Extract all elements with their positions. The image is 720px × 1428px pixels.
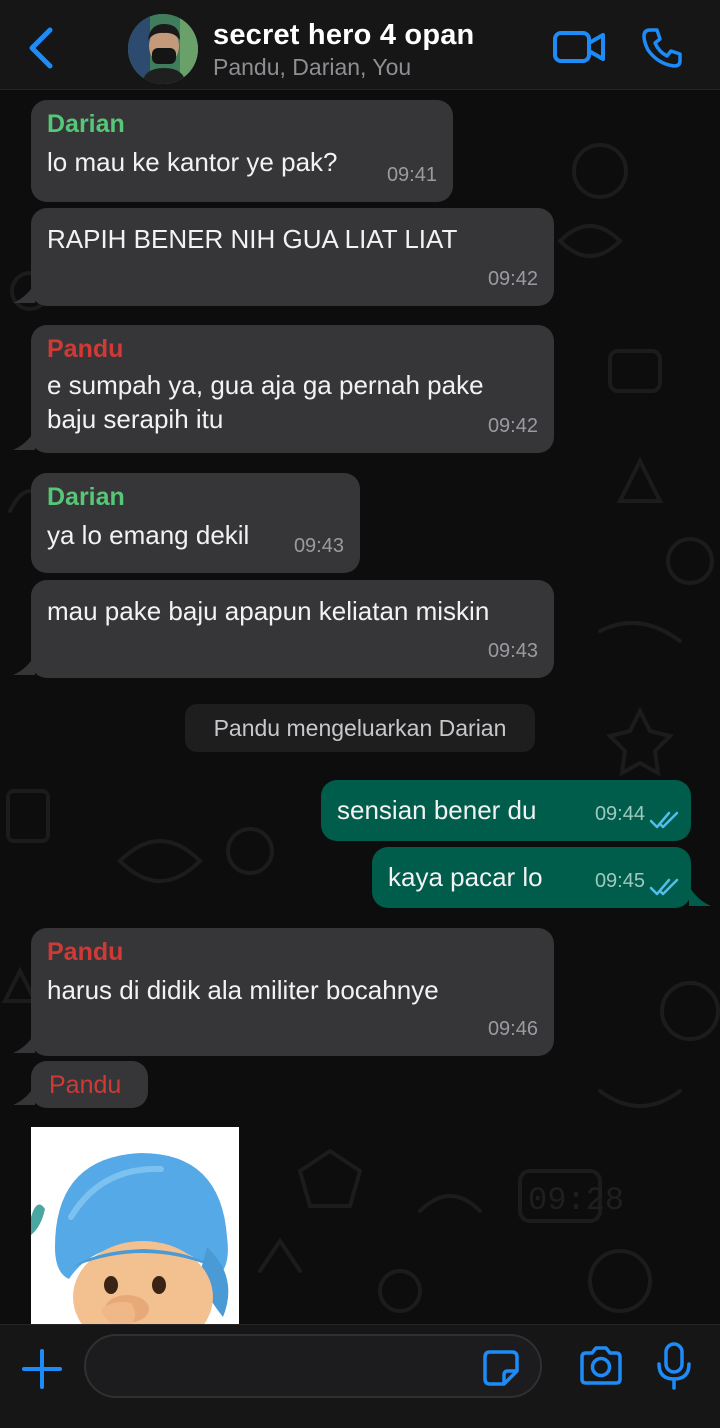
message-text: mau pake baju apapun keliatan miskin <box>47 596 490 626</box>
chat-messages[interactable]: 09:28 Darian lo mau ke kantor ye pak? 09… <box>0 91 720 1324</box>
message-time: 09:46 <box>487 1018 538 1040</box>
message-composer <box>0 1324 720 1428</box>
message-bubble[interactable]: RAPIH BENER NIH GUA LIAT LIAT 09:42 <box>31 208 554 306</box>
plus-icon[interactable] <box>20 1347 64 1391</box>
message-time: 09:43 <box>293 535 344 557</box>
group-avatar[interactable] <box>128 14 198 84</box>
message-input[interactable] <box>84 1334 542 1398</box>
bubble-tail <box>13 655 35 675</box>
message-time: 09:41 <box>386 164 437 186</box>
message-time: 09:42 <box>487 415 538 437</box>
double-check-icon <box>649 811 679 829</box>
message-bubble-outgoing[interactable]: sensian bener du 09:44 <box>321 780 691 841</box>
sticker-sender-label[interactable]: Pandu <box>31 1061 148 1108</box>
chat-title[interactable]: secret hero 4 opan <box>213 19 474 52</box>
bubble-tail <box>689 886 711 906</box>
bubble-tail <box>13 430 35 450</box>
sender-name[interactable]: Darian <box>47 100 437 139</box>
message-bubble[interactable]: Pandu e sumpah ya, gua aja ga pernah pak… <box>31 325 554 453</box>
message-text: harus di didik ala militer bocahnye <box>47 975 439 1005</box>
message-time: 09:42 <box>487 268 538 290</box>
sender-name[interactable]: Pandu <box>49 1061 148 1100</box>
double-check-icon <box>649 878 679 896</box>
bubble-tail <box>13 1085 35 1105</box>
sender-name[interactable]: Pandu <box>47 325 538 364</box>
message-time: 09:45 <box>594 870 645 892</box>
chat-header: secret hero 4 opan Pandu, Darian, You <box>0 0 720 90</box>
bubble-tail <box>13 1033 35 1053</box>
sticker-image[interactable] <box>31 1127 239 1324</box>
message-text: RAPIH BENER NIH GUA LIAT LIAT <box>47 224 458 254</box>
message-text: e sumpah ya, gua aja ga pernah pake baju… <box>47 370 484 434</box>
video-call-icon[interactable] <box>552 28 606 66</box>
message-time: 09:44 <box>594 803 645 825</box>
phone-icon[interactable] <box>640 26 684 70</box>
message-text: lo mau ke kantor ye pak? <box>47 147 338 177</box>
message-bubble[interactable]: Darian lo mau ke kantor ye pak? 09:41 <box>31 100 453 202</box>
message-bubble[interactable]: Darian ya lo emang dekil 09:43 <box>31 473 360 573</box>
system-notice: Pandu mengeluarkan Darian <box>185 704 535 752</box>
bubble-tail <box>13 283 35 303</box>
sender-name[interactable]: Darian <box>47 473 344 512</box>
mic-icon[interactable] <box>656 1341 692 1391</box>
camera-icon[interactable] <box>578 1345 624 1387</box>
sticker-icon[interactable] <box>482 1349 520 1387</box>
message-bubble[interactable]: Pandu harus di didik ala militer bocahny… <box>31 928 554 1056</box>
message-bubble[interactable]: mau pake baju apapun keliatan miskin 09:… <box>31 580 554 678</box>
back-arrow-icon[interactable] <box>22 26 62 70</box>
sender-name[interactable]: Pandu <box>47 928 538 967</box>
message-bubble-outgoing[interactable]: kaya pacar lo 09:45 <box>372 847 691 908</box>
svg-text:09:28: 09:28 <box>528 1182 624 1219</box>
message-time: 09:43 <box>487 640 538 662</box>
chat-participants[interactable]: Pandu, Darian, You <box>213 54 411 81</box>
